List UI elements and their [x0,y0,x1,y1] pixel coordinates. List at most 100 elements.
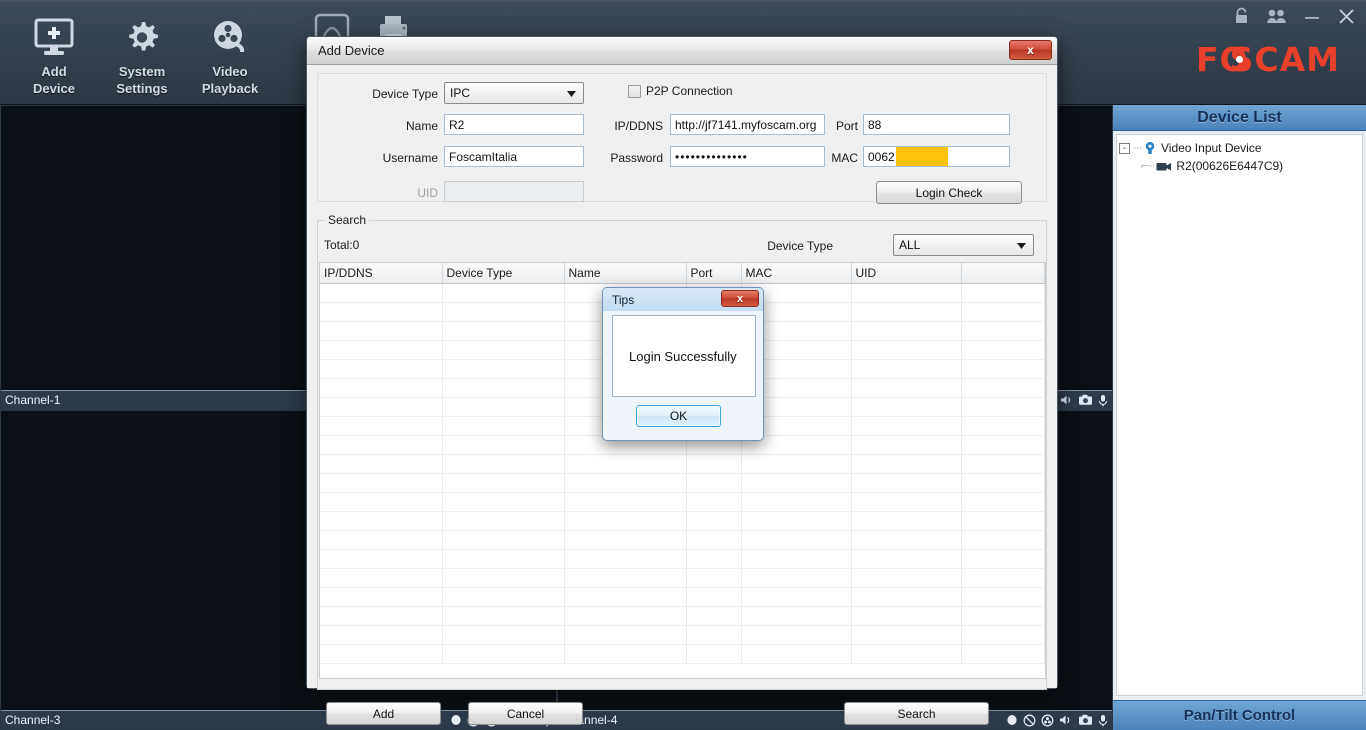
tips-ok-button[interactable]: OK [636,405,721,427]
cell [442,568,565,588]
camera-icon[interactable] [1078,714,1093,726]
column-header-ipddns[interactable]: IP/DDNS [320,263,443,284]
minimize-icon[interactable] [1303,7,1321,25]
cell [564,511,687,531]
cell [320,378,443,398]
cell [961,435,1045,455]
dialog-close-button[interactable]: x [1009,40,1052,60]
column-header-name[interactable]: Name [564,263,687,284]
cell [442,359,565,379]
table-row[interactable] [320,625,1045,645]
tree-toggle-icon[interactable]: - [1119,142,1130,154]
right-panel: Device List - ··· Video Input Device ⌐··… [1113,105,1366,730]
search-device-type-combo[interactable]: ALL [893,234,1034,256]
device-form-group: Device Type IPC P2P Connection Name IP/D… [317,73,1047,204]
camera-globe-icon [1143,141,1157,155]
column-header-device-type[interactable]: Device Type [442,263,565,284]
cell [686,568,742,588]
users-icon[interactable] [1266,7,1287,25]
table-row[interactable] [320,530,1045,550]
camera-icon[interactable] [1078,394,1093,406]
cell [961,568,1045,588]
tree-node-video-input-device[interactable]: - ··· Video Input Device [1119,139,1360,157]
cell [320,473,443,493]
cell [851,416,962,436]
cell [961,644,1045,664]
cell [564,606,687,626]
stop-record-icon[interactable] [1023,714,1036,727]
cell [961,283,1045,303]
table-row[interactable] [320,568,1045,588]
cell [961,454,1045,474]
search-button[interactable]: Search [844,702,989,725]
name-input[interactable] [444,114,584,135]
toolbar-label-line2: Settings [116,81,168,96]
ipddns-input[interactable] [670,114,825,135]
login-check-button[interactable]: Login Check [876,181,1022,204]
microphone-icon[interactable] [1098,714,1108,727]
table-row[interactable] [320,454,1045,474]
table-row[interactable] [320,511,1045,531]
table-header-row: IP/DDNS Device Type Name Port MAC UID [320,263,1045,284]
cell [442,473,565,493]
column-header-uid[interactable]: UID [851,263,962,284]
cancel-button[interactable]: Cancel [468,702,583,725]
column-header-mac[interactable]: MAC [741,263,852,284]
cell [741,530,852,550]
cell [961,606,1045,626]
search-device-type-label: Device Type [767,239,833,253]
cell [564,549,687,569]
cell [320,435,443,455]
p2p-connection-checkbox-wrap[interactable]: P2P Connection [628,84,733,98]
table-row[interactable] [320,473,1045,493]
toolbar-button-video-playback[interactable]: Video Playback [186,6,274,98]
cell [851,549,962,569]
p2p-checkbox[interactable] [628,84,641,98]
username-input[interactable] [444,146,584,167]
speaker-icon[interactable] [1059,714,1073,726]
tree-node-device-r2[interactable]: ⌐··· R2(00626E6447C9) [1119,157,1360,175]
table-row[interactable] [320,606,1045,626]
device-type-combo[interactable]: IPC [444,82,584,104]
table-row[interactable] [320,644,1045,664]
tree-node-label: Video Input Device [1161,141,1262,155]
cell [320,359,443,379]
cell [741,606,852,626]
cell [851,302,962,322]
foscam-logo: FOSCAM [1196,40,1340,79]
chevron-down-icon [567,86,576,100]
device-type-label: Device Type [372,87,438,101]
device-tree[interactable]: - ··· Video Input Device ⌐··· R2(00626E6… [1116,134,1363,696]
cancel-button-label: Cancel [506,706,545,721]
add-button[interactable]: Add [326,702,441,725]
pan-tilt-control-panel[interactable]: Pan/Tilt Control [1113,700,1366,730]
table-row[interactable] [320,587,1045,607]
cell [442,511,565,531]
dialog-title-bar[interactable]: Add Device x [307,37,1057,65]
film-reel-icon [208,14,252,62]
cell [961,625,1045,645]
cell [320,587,443,607]
cell [442,340,565,360]
cell [686,473,742,493]
record-icon[interactable] [450,714,462,726]
column-header-port[interactable]: Port [686,263,742,284]
close-icon[interactable] [1337,7,1356,26]
port-input[interactable] [863,114,1010,135]
cell [320,416,443,436]
record-icon[interactable] [1006,714,1018,726]
snapshot-video-icon[interactable] [1041,714,1054,727]
tips-title-bar[interactable]: Tips x [603,288,763,311]
password-input[interactable] [670,146,825,167]
table-row[interactable] [320,549,1045,569]
tips-close-button[interactable]: x [721,290,759,307]
lock-icon[interactable] [1233,7,1250,25]
cell [686,454,742,474]
uid-input[interactable] [444,181,584,202]
toolbar-button-system-settings[interactable]: System Settings [98,6,186,98]
toolbar-button-add-device[interactable]: Add Device [10,6,98,98]
speaker-icon[interactable] [1060,394,1073,406]
microphone-icon[interactable] [1098,394,1108,407]
table-row[interactable] [320,492,1045,512]
cell [686,606,742,626]
